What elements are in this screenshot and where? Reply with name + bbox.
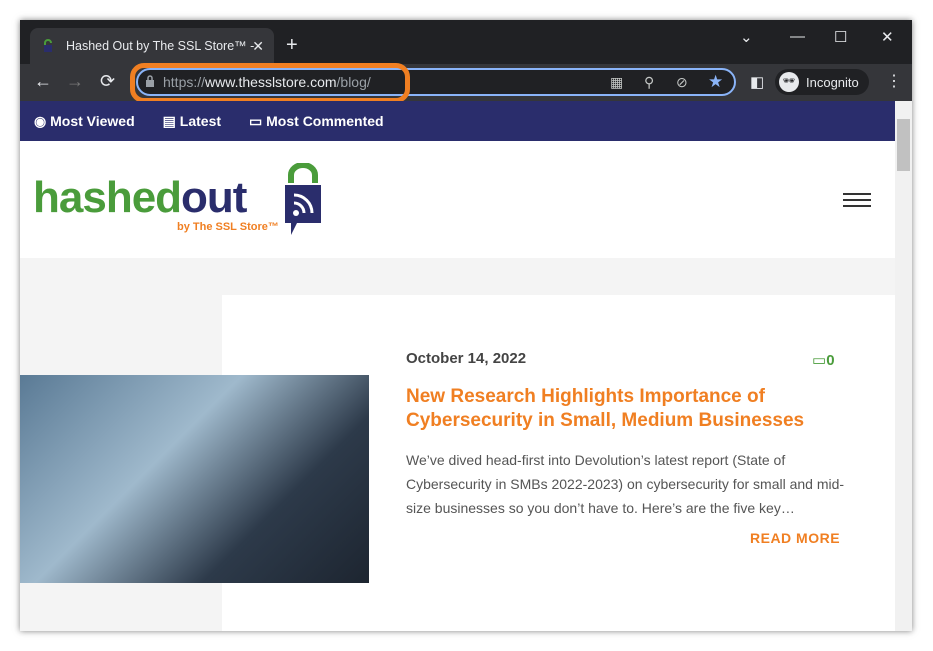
url-path: /blog/ <box>336 74 371 90</box>
tab-title: Hashed Out by The SSL Store™ - <box>66 39 255 53</box>
post-date: October 14, 2022 <box>406 350 527 367</box>
incognito-icon: 🕶 <box>779 72 799 92</box>
nav-most-commented[interactable]: ▭ Most Commented <box>249 113 384 130</box>
eye-icon: ◉ <box>34 112 51 129</box>
tracking-blocked-icon[interactable]: ⊘ <box>676 74 688 91</box>
comment-icon: ▭ <box>812 352 827 369</box>
comment-count-value: 0 <box>826 352 835 369</box>
comment-count[interactable]: ▭0 <box>812 351 835 369</box>
document-icon: ▤ <box>162 112 180 129</box>
close-tab-icon[interactable]: ✕ <box>252 38 264 55</box>
url-host: www.thesslstore.com <box>205 74 337 90</box>
nav-label: Latest <box>179 112 222 129</box>
tab-search-icon[interactable]: ⌄ <box>740 28 753 46</box>
incognito-badge[interactable]: 🕶 Incognito <box>775 69 869 95</box>
url-scheme: https:// <box>163 74 206 90</box>
side-panel-icon[interactable]: ◧ <box>750 73 764 91</box>
nav-label: Most Commented <box>266 112 384 129</box>
browser-tab[interactable]: Hashed Out by The SSL Store™ - ✕ <box>30 28 274 64</box>
profile-label: Incognito <box>806 74 859 90</box>
maximize-button[interactable]: ☐ <box>834 28 847 46</box>
scrollbar-thumb[interactable] <box>897 119 910 171</box>
logo-part2: out <box>181 173 247 222</box>
url-text[interactable]: https://www.thesslstore.com/blog/ <box>145 74 371 90</box>
back-button[interactable]: ← <box>34 71 52 92</box>
qr-code-icon[interactable]: ▦ <box>610 74 623 91</box>
post-title[interactable]: New Research Highlights Importance of Cy… <box>406 385 826 433</box>
reload-button[interactable]: ⟳ <box>100 71 115 92</box>
site-logo[interactable]: hashedout <box>33 173 247 223</box>
site-header: hashedout by The SSL Store™ <box>20 141 895 258</box>
new-tab-button[interactable]: + <box>286 34 298 57</box>
logo-byline: by The SSL Store™ <box>177 221 279 233</box>
nav-label: Most Viewed <box>50 112 135 129</box>
scrollbar[interactable] <box>895 101 912 631</box>
menu-icon[interactable]: ⋮ <box>886 71 902 91</box>
hamburger-menu-button[interactable] <box>843 193 871 211</box>
logo-part1: hashed <box>33 173 182 222</box>
post-excerpt: We’ve dived head-first into Devolution’s… <box>406 452 845 516</box>
bookmark-star-icon[interactable]: ★ <box>708 72 723 92</box>
nav-latest[interactable]: ▤ Latest <box>163 113 221 130</box>
forward-button[interactable]: → <box>66 71 84 92</box>
site-nav: ◉ Most Viewed ▤ Latest ▭ Most Commented <box>20 101 895 141</box>
lock-icon <box>146 75 154 87</box>
post-image[interactable] <box>20 375 369 583</box>
minimize-button[interactable]: — <box>790 28 805 45</box>
nav-most-viewed[interactable]: ◉ Most Viewed <box>34 113 135 130</box>
read-more-link[interactable]: READ MORE <box>750 530 840 546</box>
favicon-icon <box>44 39 52 52</box>
browser-window: Hashed Out by The SSL Store™ - ✕ + ⌄ — ☐… <box>20 20 912 631</box>
comment-icon: ▭ <box>249 112 267 129</box>
tab-bar: Hashed Out by The SSL Store™ - ✕ + ⌄ — ☐… <box>20 20 912 64</box>
zoom-icon[interactable]: ⚲ <box>644 74 654 91</box>
lock-rss-logo-icon <box>285 163 321 235</box>
close-window-button[interactable]: ✕ <box>881 28 894 46</box>
